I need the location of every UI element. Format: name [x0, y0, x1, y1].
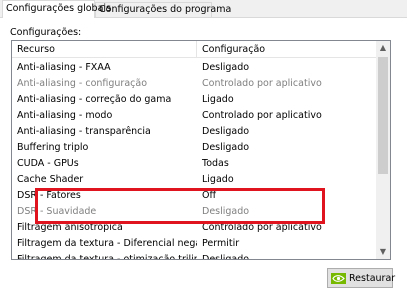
- setting-cell: Desligado: [202, 206, 250, 217]
- settings-row[interactable]: Anti-aliasing - FXAA Desligado: [12, 60, 378, 76]
- restore-button[interactable]: Restaurar: [327, 268, 396, 288]
- tab-global-settings[interactable]: Configurações globais: [2, 0, 111, 18]
- settings-row-dsr-smoothness[interactable]: DSR - Suavidade Desligado: [12, 204, 378, 220]
- feature-cell: CUDA - GPUs: [17, 158, 79, 169]
- vertical-scrollbar[interactable]: ▲ ▼: [376, 41, 390, 259]
- feature-cell: Filtragem da textura - otimização trilin…: [17, 254, 197, 260]
- restore-button-label: Restaurar: [349, 272, 396, 284]
- chevron-up-icon[interactable]: ▲: [376, 41, 390, 55]
- feature-cell: Anti-aliasing - transparência: [17, 126, 151, 137]
- setting-cell: Desligado: [202, 142, 250, 153]
- settings-section-label: Configurações:: [10, 27, 82, 38]
- settings-row[interactable]: Cache Shader Ligado: [12, 172, 378, 188]
- tab-strip: Configurações globais Configurações do p…: [0, 0, 407, 18]
- settings-row[interactable]: Anti-aliasing - transparência Desligado: [12, 124, 378, 140]
- settings-list: Recurso Configuração Anti-aliasing - FXA…: [11, 40, 391, 260]
- feature-cell: DSR - Suavidade: [17, 206, 97, 217]
- settings-row[interactable]: Buffering triplo Desligado: [12, 140, 378, 156]
- feature-cell: Cache Shader: [17, 174, 84, 185]
- chevron-down-icon[interactable]: ▼: [376, 245, 390, 259]
- feature-cell: Anti-aliasing - modo: [17, 110, 113, 121]
- setting-cell: Controlado por aplicativo: [202, 110, 322, 121]
- settings-row[interactable]: CUDA - GPUs Todas: [12, 156, 378, 172]
- setting-cell: Desligado: [202, 254, 250, 260]
- feature-cell: Anti-aliasing - FXAA: [17, 62, 111, 73]
- setting-cell: Controlado por aplicativo: [202, 78, 322, 89]
- feature-cell: Anti-aliasing - configuração: [17, 78, 148, 89]
- settings-row[interactable]: Anti-aliasing - configuração Controlado …: [12, 76, 378, 92]
- feature-cell: Buffering triplo: [17, 142, 89, 153]
- setting-cell: Off: [202, 190, 217, 201]
- setting-cell: Ligado: [202, 94, 234, 105]
- settings-rows: Anti-aliasing - FXAA Desligado Anti-alia…: [12, 60, 378, 260]
- scrollbar-thumb[interactable]: [378, 57, 388, 174]
- column-header-setting[interactable]: Configuração: [197, 41, 378, 58]
- settings-row[interactable]: Anti-aliasing - modo Controlado por apli…: [12, 108, 378, 124]
- setting-cell: Desligado: [202, 62, 250, 73]
- setting-cell: Controlado por aplicativo: [202, 222, 322, 233]
- column-header-feature[interactable]: Recurso: [12, 41, 197, 58]
- settings-row[interactable]: Filtragem da textura - Diferencial negat…: [12, 236, 378, 252]
- settings-row[interactable]: Filtragem anisotrópica Controlado por ap…: [12, 220, 378, 236]
- setting-cell: Desligado: [202, 126, 250, 137]
- settings-row[interactable]: Anti-aliasing - correção do gama Ligado: [12, 92, 378, 108]
- feature-cell: Filtragem da textura - Diferencial negat…: [17, 238, 197, 249]
- nvidia-logo-icon: [331, 272, 346, 284]
- setting-cell: Todas: [202, 158, 229, 169]
- feature-cell: DSR - Fatores: [17, 190, 81, 201]
- feature-cell: Filtragem anisotrópica: [17, 222, 123, 233]
- settings-row[interactable]: Filtragem da textura - otimização trilin…: [12, 252, 378, 260]
- setting-cell: Ligado: [202, 174, 234, 185]
- settings-row-dsr-factors[interactable]: DSR - Fatores Off: [12, 188, 378, 204]
- setting-cell: Permitir: [202, 238, 240, 249]
- tab-program-settings[interactable]: Configurações do programa: [95, 2, 231, 17]
- list-header: Recurso Configuração: [12, 41, 378, 58]
- feature-cell: Anti-aliasing - correção do gama: [17, 94, 172, 105]
